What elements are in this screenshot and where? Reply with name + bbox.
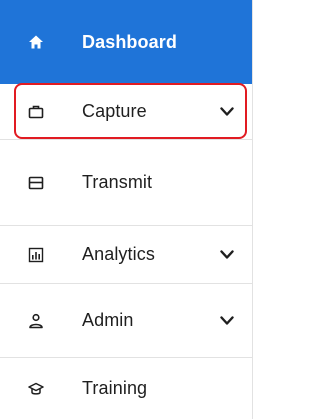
sidebar-item-admin[interactable]: Admin bbox=[0, 284, 252, 358]
sidebar-item-dashboard[interactable]: Dashboard bbox=[0, 0, 252, 84]
chevron-down-icon[interactable] bbox=[220, 315, 234, 326]
chevron-down-icon[interactable] bbox=[220, 249, 234, 260]
sidebar-item-label: Analytics bbox=[82, 244, 155, 264]
sidebar-item-transmit[interactable]: Transmit bbox=[0, 140, 252, 226]
graduation-cap-icon bbox=[28, 381, 44, 397]
sidebar-item-label: Transmit bbox=[82, 172, 153, 192]
sidebar-item-label: Capture bbox=[82, 101, 147, 121]
sidebar-item-label: Admin bbox=[82, 310, 134, 330]
sidebar-item-training[interactable]: Training bbox=[0, 358, 252, 419]
sidebar-nav: Dashboard Capture Transmit Analytics Adm… bbox=[0, 0, 253, 419]
card-icon bbox=[28, 175, 44, 191]
user-icon bbox=[28, 313, 44, 329]
briefcase-icon bbox=[28, 104, 44, 120]
bar-chart-icon bbox=[28, 247, 44, 263]
chevron-down-icon[interactable] bbox=[220, 106, 234, 117]
sidebar-item-label: Training bbox=[82, 378, 148, 398]
sidebar-item-label: Dashboard bbox=[82, 31, 177, 52]
sidebar-item-capture[interactable]: Capture bbox=[0, 84, 252, 140]
sidebar-item-analytics[interactable]: Analytics bbox=[0, 226, 252, 284]
home-icon bbox=[28, 34, 44, 50]
